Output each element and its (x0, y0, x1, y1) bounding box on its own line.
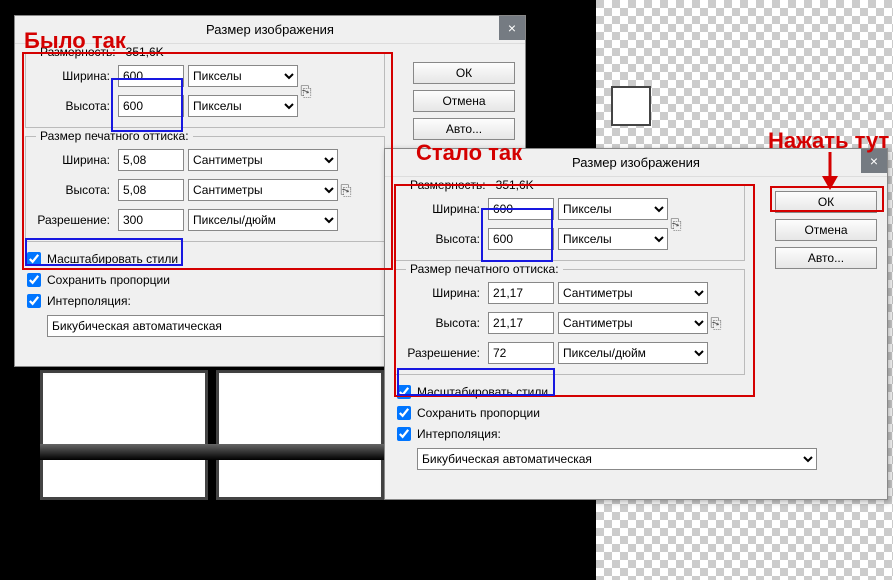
close-button[interactable]: × (499, 16, 525, 40)
constrain-proportions-label: Сохранить пропорции (47, 273, 170, 287)
resolution-label: Разрешение: (32, 213, 114, 227)
link-icon: ⎘ (668, 202, 684, 246)
dialog-title: Размер изображения (572, 155, 700, 170)
scale-styles-checkbox[interactable] (397, 385, 411, 399)
titlebar[interactable]: Размер изображения × (385, 149, 887, 177)
width-unit-select[interactable]: Пикселы (188, 65, 298, 87)
height-input[interactable] (488, 228, 554, 250)
constrain-proportions-label: Сохранить пропорции (417, 406, 540, 420)
close-button[interactable]: × (861, 149, 887, 173)
auto-button[interactable]: Авто... (775, 247, 877, 269)
width-input[interactable] (488, 198, 554, 220)
print-height-unit-select[interactable]: Сантиметры (558, 312, 708, 334)
height-unit-select[interactable]: Пикселы (558, 228, 668, 250)
dimensions-value: 351,6K (496, 178, 534, 192)
height-unit-select[interactable]: Пикселы (188, 95, 298, 117)
width-label: Ширина: (402, 202, 484, 216)
width-input[interactable] (118, 65, 184, 87)
resolution-unit-select[interactable]: Пикселы/дюйм (188, 209, 338, 231)
link-icon: ⎘ (708, 288, 724, 358)
height-label: Высота: (32, 99, 114, 113)
print-height-input[interactable] (488, 312, 554, 334)
image-size-dialog-after: Размер изображения × Размерность: 351,6K… (384, 148, 888, 500)
print-height-input[interactable] (118, 179, 184, 201)
dimensions-label: Размерность: (40, 45, 116, 59)
constrain-proportions-checkbox[interactable] (397, 406, 411, 420)
resolution-unit-select[interactable]: Пикселы/дюйм (558, 342, 708, 364)
print-width-input[interactable] (118, 149, 184, 171)
print-width-unit-select[interactable]: Сантиметры (188, 149, 338, 171)
close-icon: × (508, 20, 516, 36)
cancel-button[interactable]: Отмена (775, 219, 877, 241)
print-size-legend: Размер печатного оттиска: (406, 262, 563, 276)
cancel-button[interactable]: Отмена (413, 90, 515, 112)
interpolation-checkbox[interactable] (397, 427, 411, 441)
height-label: Высота: (402, 232, 484, 246)
thumbnail (216, 370, 384, 500)
print-width-unit-select[interactable]: Сантиметры (558, 282, 708, 304)
print-height-label: Высота: (402, 316, 484, 330)
interpolation-checkbox[interactable] (27, 294, 41, 308)
print-width-input[interactable] (488, 282, 554, 304)
width-unit-select[interactable]: Пикселы (558, 198, 668, 220)
print-width-label: Ширина: (402, 286, 484, 300)
print-height-label: Высота: (32, 183, 114, 197)
interpolation-method-select[interactable]: Бикубическая автоматическая (417, 448, 817, 470)
close-icon: × (870, 153, 878, 169)
ok-button[interactable]: ОК (413, 62, 515, 84)
gradient-bar (40, 444, 384, 460)
resolution-input[interactable] (118, 209, 184, 231)
titlebar[interactable]: Размер изображения × (15, 16, 525, 44)
interpolation-label: Интерполяция: (417, 427, 501, 441)
auto-button[interactable]: Авто... (413, 118, 515, 140)
interpolation-label: Интерполяция: (47, 294, 131, 308)
dimensions-label: Размерность: (410, 178, 486, 192)
thumbnail (40, 370, 208, 500)
print-height-unit-select[interactable]: Сантиметры (188, 179, 338, 201)
ok-button[interactable]: ОК (775, 191, 877, 213)
dimensions-value: 351,6K (126, 45, 164, 59)
print-size-legend: Размер печатного оттиска: (36, 129, 193, 143)
print-width-label: Ширина: (32, 153, 114, 167)
resolution-label: Разрешение: (402, 346, 484, 360)
width-label: Ширина: (32, 69, 114, 83)
link-icon: ⎘ (298, 69, 314, 113)
constrain-proportions-checkbox[interactable] (27, 273, 41, 287)
scale-styles-label: Масштабировать стили (417, 385, 548, 399)
scale-styles-label: Масштабировать стили (47, 252, 178, 266)
small-preview (611, 86, 651, 126)
height-input[interactable] (118, 95, 184, 117)
scale-styles-checkbox[interactable] (27, 252, 41, 266)
link-icon: ⎘ (338, 155, 354, 225)
dialog-title: Размер изображения (206, 22, 334, 37)
resolution-input[interactable] (488, 342, 554, 364)
